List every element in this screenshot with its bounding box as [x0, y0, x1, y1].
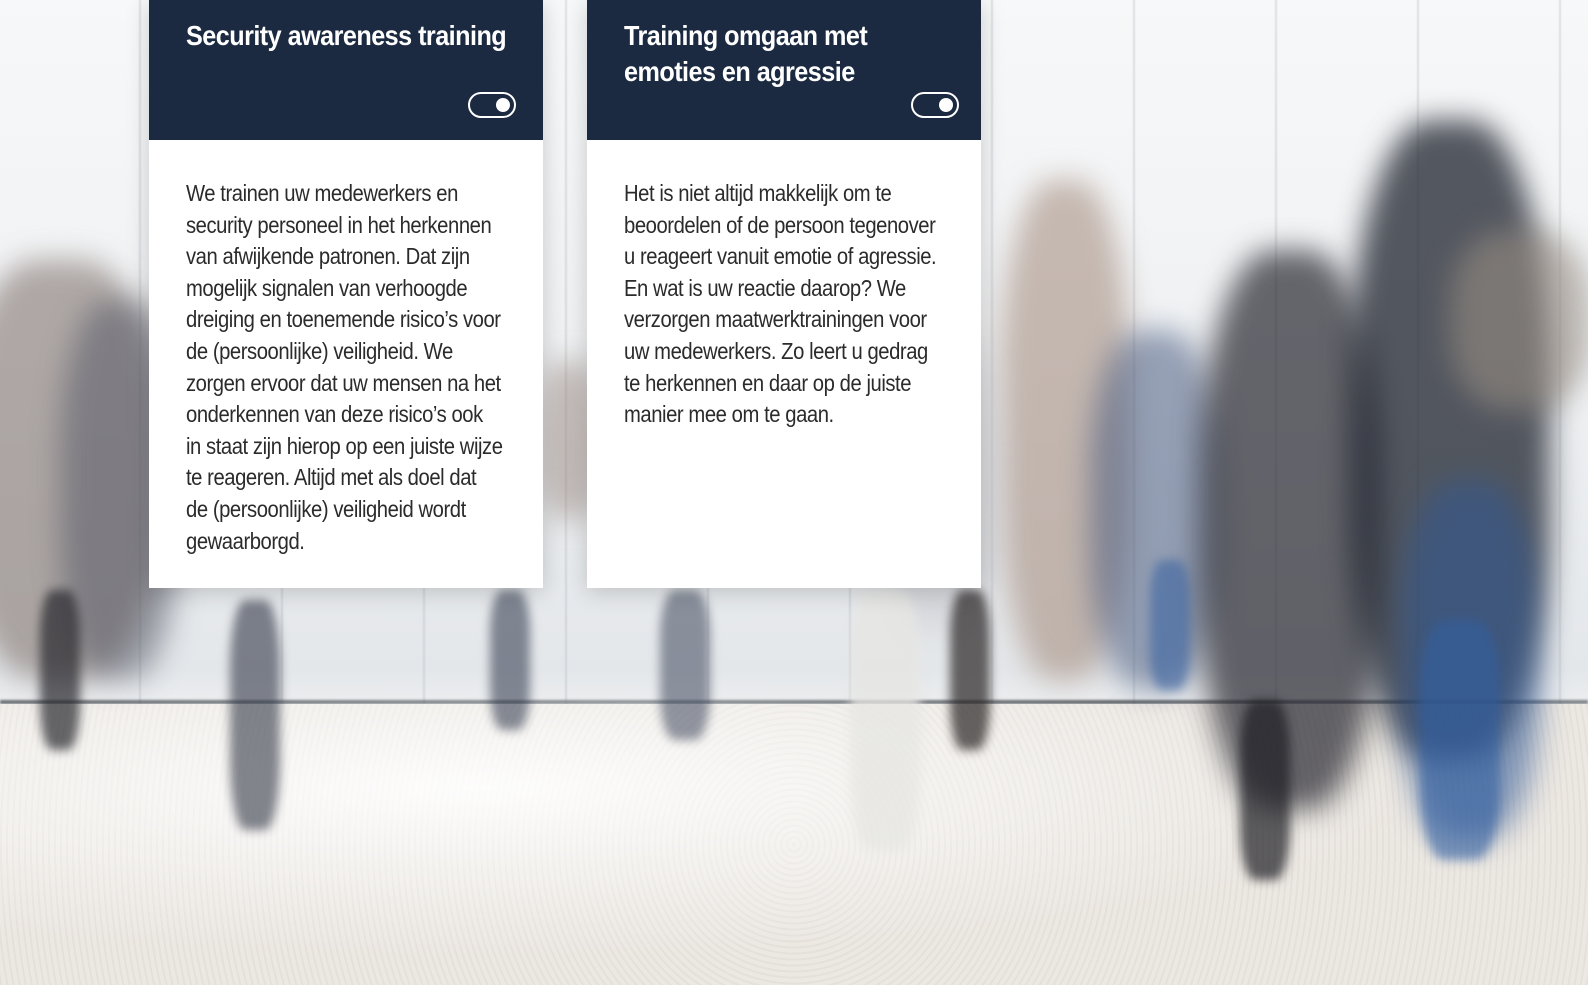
blurred-figure	[1450, 230, 1588, 410]
blurred-leg	[1420, 620, 1500, 860]
blurred-leg	[1240, 700, 1290, 880]
card-body: Het is niet altijd makkelijk om te beoor…	[587, 140, 981, 431]
card-header: Training omgaan met emoties en agressie	[587, 0, 981, 140]
toggle-knob	[939, 98, 953, 112]
blurred-leg	[950, 590, 990, 750]
card-description: We trainen uw medewerkers en security pe…	[186, 180, 503, 554]
blurred-leg	[230, 600, 280, 830]
card-description: Het is niet altijd makkelijk om te beoor…	[624, 180, 937, 428]
toggle-on-icon[interactable]	[911, 92, 959, 118]
toggle-on-icon[interactable]	[468, 92, 516, 118]
card-emoties-agressie: Training omgaan met emoties en agressie …	[587, 0, 981, 588]
blurred-leg	[490, 590, 530, 730]
blurred-leg	[1150, 560, 1190, 690]
blurred-leg	[660, 590, 710, 740]
card-security-awareness: Security awareness training We trainen u…	[149, 0, 543, 588]
toggle-knob	[496, 98, 510, 112]
card-header: Security awareness training	[149, 0, 543, 140]
blurred-leg	[40, 590, 80, 750]
blurred-leg	[850, 590, 920, 850]
card-title: Security awareness training	[186, 20, 507, 51]
card-title: Training omgaan met emoties en agressie	[624, 20, 868, 87]
card-body: We trainen uw medewerkers en security pe…	[149, 140, 543, 557]
